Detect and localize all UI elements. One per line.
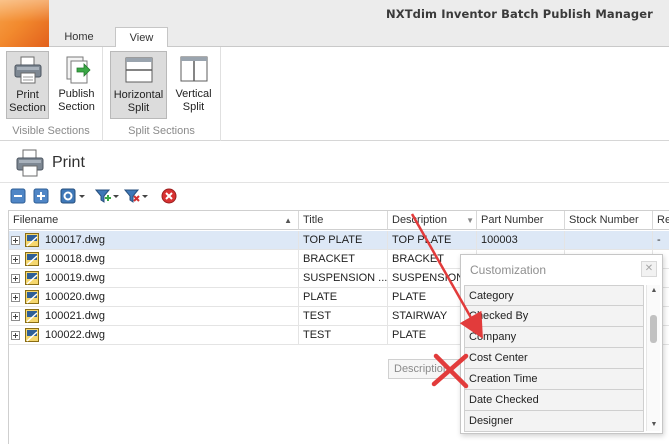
- cell-title[interactable]: TEST: [299, 307, 388, 326]
- column-header-description-label: Description: [392, 214, 448, 226]
- cell-filename[interactable]: 100021.dwg: [9, 307, 299, 326]
- cell-filename[interactable]: 100022.dwg: [9, 326, 299, 345]
- cell-filename[interactable]: 100020.dwg: [9, 288, 299, 307]
- horizontal-split-button[interactable]: Horizontal Split: [110, 51, 167, 119]
- remove-filter-icon[interactable]: [123, 188, 148, 204]
- horizontal-split-label-2: Split: [127, 102, 150, 114]
- visible-sections-label: Visible Sections: [12, 125, 90, 137]
- cell-title[interactable]: SUSPENSION ...: [299, 269, 388, 288]
- expand-row-icon[interactable]: [11, 236, 20, 245]
- column-header-filename-label: Filename: [13, 214, 59, 226]
- dwg-file-icon: [25, 309, 39, 323]
- dwg-file-icon: [25, 233, 39, 247]
- column-header-filename[interactable]: Filename ▲: [9, 211, 299, 230]
- hidden-column-item[interactable]: Date Checked: [464, 390, 644, 411]
- customization-scrollbar[interactable]: ▲ ▼: [646, 285, 660, 431]
- expand-row-icon[interactable]: [11, 293, 20, 302]
- cell-stock-number[interactable]: [565, 231, 653, 250]
- expand-all-icon[interactable]: [33, 188, 49, 204]
- filter-icon[interactable]: ▼: [466, 211, 474, 229]
- printer-icon: [12, 55, 44, 85]
- column-header-stock-number[interactable]: Stock Number: [565, 211, 653, 230]
- cell-part-number[interactable]: 100003: [477, 231, 565, 250]
- publish-section-label-2: Section: [58, 101, 95, 113]
- column-header-rev[interactable]: Rev: [653, 211, 669, 230]
- tab-home[interactable]: Home: [57, 27, 101, 48]
- vertical-split-label-2: Split: [182, 101, 205, 113]
- add-filter-icon[interactable]: [94, 188, 119, 204]
- hidden-column-item[interactable]: Category: [464, 285, 644, 306]
- dwg-file-icon: [25, 328, 39, 342]
- hidden-column-item[interactable]: Cost Center: [464, 348, 644, 369]
- print-section-button[interactable]: Print Section: [6, 51, 49, 119]
- cell-title[interactable]: TEST: [299, 326, 388, 345]
- dwg-file-icon: [25, 290, 39, 304]
- hidden-columns-list: Category Checked By Company Cost Center Crea…: [464, 285, 644, 433]
- hidden-column-item[interactable]: Creation Time: [464, 369, 644, 390]
- scroll-up-icon[interactable]: ▲: [647, 285, 661, 297]
- ribbon: Print Section Publish Section Visible Se…: [0, 47, 669, 141]
- print-section-label-2: Section: [9, 102, 46, 114]
- column-header-title[interactable]: Title: [299, 211, 388, 230]
- cell-filename[interactable]: 100018.dwg: [9, 250, 299, 269]
- split-sections-label: Split Sections: [128, 125, 195, 137]
- vertical-split-button[interactable]: Vertical Split: [171, 51, 216, 119]
- close-icon[interactable]: ✕: [641, 261, 657, 277]
- column-header-description[interactable]: Description ▼: [388, 211, 477, 230]
- filename-text: 100019.dwg: [45, 272, 105, 284]
- expand-row-icon[interactable]: [11, 312, 20, 321]
- ribbon-group-split-sections: Horizontal Split Vertical Split Split Se…: [103, 47, 221, 141]
- print-section-label-1: Print: [16, 89, 39, 101]
- vertical-split-icon: [178, 54, 210, 84]
- publish-section-button[interactable]: Publish Section: [53, 51, 100, 119]
- dwg-file-icon: [25, 271, 39, 285]
- cancel-icon[interactable]: [161, 188, 177, 204]
- horizontal-split-label-1: Horizontal: [113, 89, 164, 101]
- hidden-column-item[interactable]: Designer: [464, 411, 644, 432]
- settings-dropdown-icon[interactable]: [60, 188, 86, 204]
- customization-title: Customization: [470, 263, 547, 277]
- filename-text: 100017.dwg: [45, 234, 105, 246]
- expand-row-icon[interactable]: [11, 274, 20, 283]
- dragged-column-ghost[interactable]: Description: [388, 359, 463, 379]
- printer-icon: [14, 148, 46, 178]
- filename-text: 100021.dwg: [45, 310, 105, 322]
- vertical-split-label-1: Vertical: [175, 88, 212, 100]
- filename-text: 100018.dwg: [45, 253, 105, 265]
- cell-title[interactable]: BRACKET: [299, 250, 388, 269]
- cell-description[interactable]: TOP PLATE: [388, 231, 477, 250]
- publish-section-label-1: Publish: [58, 88, 95, 100]
- customization-panel: Customization ✕ Category Checked By Compan…: [460, 254, 663, 434]
- cell-title[interactable]: PLATE: [299, 288, 388, 307]
- filename-text: 100020.dwg: [45, 291, 105, 303]
- expand-row-icon[interactable]: [11, 331, 20, 340]
- ribbon-group-visible-sections: Print Section Publish Section Visible Se…: [0, 47, 103, 141]
- cell-title[interactable]: TOP PLATE: [299, 231, 388, 250]
- cell-filename[interactable]: 100019.dwg: [9, 269, 299, 288]
- publish-icon: [61, 54, 93, 84]
- expand-row-icon[interactable]: [11, 255, 20, 264]
- grid-toolbar: [0, 184, 669, 210]
- title-bar: NXTdim Inventor Batch Publish Manager Ho…: [0, 0, 669, 48]
- tab-view[interactable]: View: [115, 27, 168, 48]
- scroll-down-icon[interactable]: ▼: [647, 419, 661, 431]
- hidden-column-item[interactable]: Company: [464, 327, 644, 348]
- app-logo[interactable]: [0, 0, 49, 47]
- sort-ascending-icon: ▲: [284, 216, 292, 225]
- window-title: NXTdim Inventor Batch Publish Manager: [386, 7, 653, 21]
- table-row[interactable]: 100017.dwg TOP PLATE TOP PLATE 100003-: [9, 231, 669, 250]
- scroll-thumb[interactable]: [650, 315, 657, 343]
- collapse-all-icon[interactable]: [10, 188, 26, 204]
- column-header-part-number[interactable]: Part Number: [477, 211, 565, 230]
- cell-filename[interactable]: 100017.dwg: [9, 231, 299, 250]
- hidden-column-item[interactable]: Checked By: [464, 306, 644, 327]
- dwg-file-icon: [25, 252, 39, 266]
- filename-text: 100022.dwg: [45, 329, 105, 341]
- horizontal-split-icon: [123, 55, 155, 85]
- section-header: Print: [0, 142, 669, 183]
- cell-rev[interactable]: -: [653, 231, 669, 250]
- section-title: Print: [52, 154, 85, 171]
